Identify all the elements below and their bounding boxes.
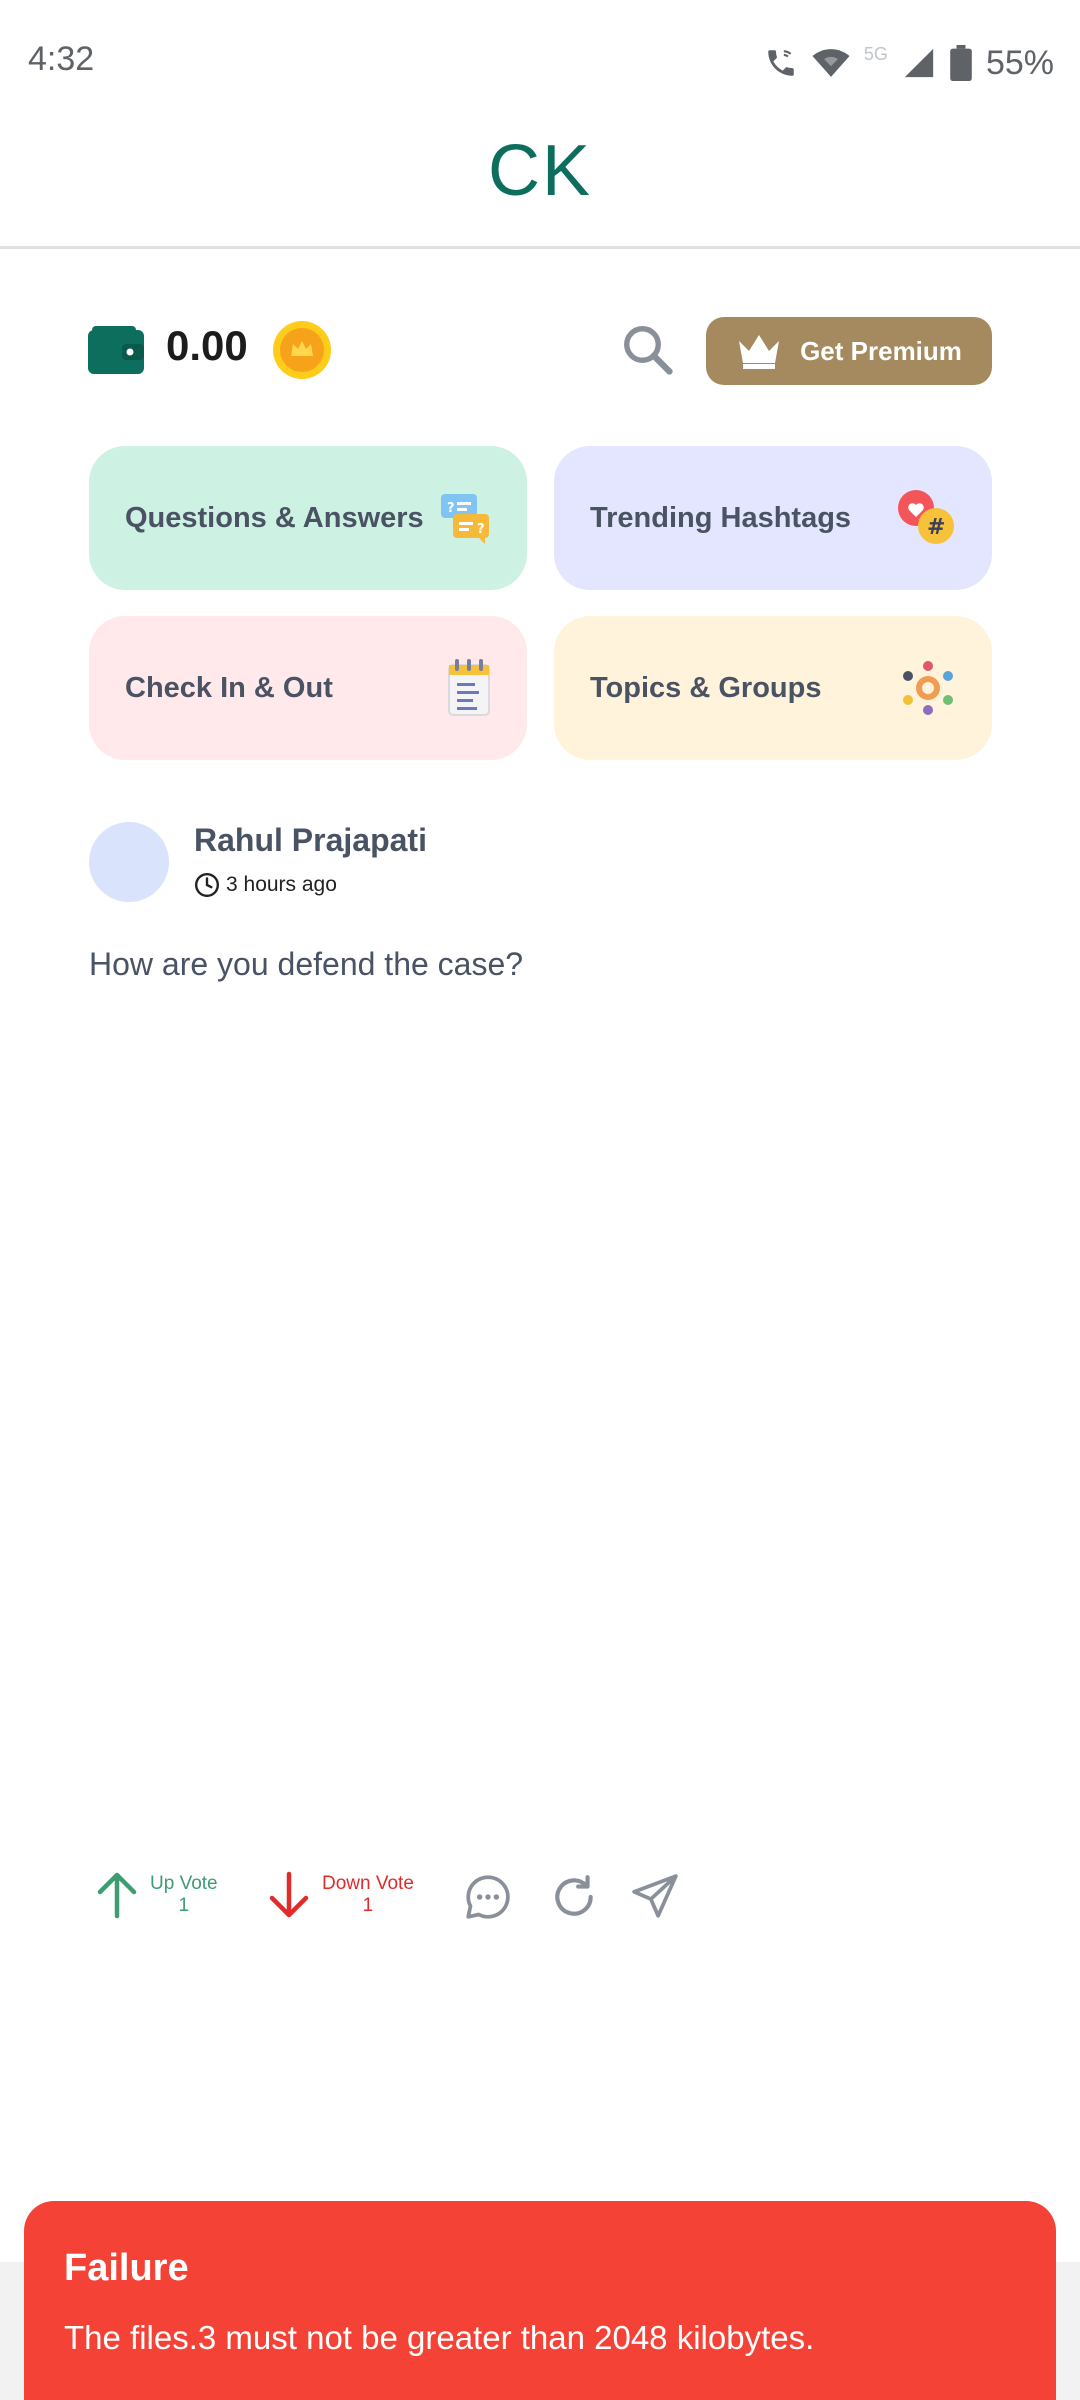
notepad-icon xyxy=(448,659,490,716)
upvote-label: Up Vote xyxy=(150,1873,218,1894)
toast-message: The files.3 must not be greater than 204… xyxy=(64,2319,815,2356)
battery-percentage: 55% xyxy=(985,43,1054,82)
crown-icon xyxy=(739,335,780,369)
battery-icon xyxy=(950,45,972,81)
svg-text:#: # xyxy=(927,515,945,540)
repost-icon[interactable] xyxy=(549,1872,599,1927)
status-time: 4:32 xyxy=(28,40,95,78)
post-time-label: 3 hours ago xyxy=(226,873,337,896)
app-title: CK xyxy=(487,131,593,211)
downvote-count: 1 xyxy=(362,1895,374,1916)
share-send-icon[interactable] xyxy=(630,1872,680,1927)
post-body: How are you defend the case? xyxy=(89,946,524,982)
group-people-icon xyxy=(903,661,953,715)
svg-text:?: ? xyxy=(447,501,455,516)
arrow-down-icon xyxy=(269,1871,309,1918)
upvote-button[interactable]: Up Vote 1 xyxy=(94,1870,218,1920)
hashtag-chat-icon: # xyxy=(898,490,954,544)
toast-title: Failure xyxy=(64,2247,189,2289)
comment-icon[interactable] xyxy=(463,1872,513,1927)
card-check-in-out[interactable]: Check In & Out xyxy=(89,616,527,760)
card-questions-answers-label: Questions & Answers xyxy=(125,501,424,534)
coin-icon xyxy=(272,320,332,385)
status-icons: 5G 55% xyxy=(764,38,1054,88)
header-divider xyxy=(0,246,1080,249)
svg-text:?: ? xyxy=(477,522,485,537)
wifi-call-icon xyxy=(768,50,794,76)
card-trending-hashtags-label: Trending Hashtags xyxy=(590,501,852,534)
arrow-up-icon xyxy=(97,1872,137,1919)
wifi-icon xyxy=(812,49,850,77)
upvote-count: 1 xyxy=(178,1895,190,1916)
downvote-label: Down Vote xyxy=(322,1873,414,1894)
avatar[interactable] xyxy=(89,822,169,902)
card-trending-hashtags[interactable]: Trending Hashtags # xyxy=(554,446,992,590)
card-questions-answers[interactable]: Questions & Answers ?? xyxy=(89,446,527,590)
card-topics-groups-label: Topics & Groups xyxy=(590,671,822,704)
wallet-balance: 0.00 xyxy=(166,322,248,369)
get-premium-button[interactable]: Get Premium xyxy=(706,317,992,385)
wallet-icon[interactable] xyxy=(88,326,144,379)
cell-signal-icon xyxy=(904,48,934,78)
get-premium-label: Get Premium xyxy=(800,335,962,366)
card-check-in-out-label: Check In & Out xyxy=(125,671,333,704)
post-timestamp: 3 hours ago xyxy=(194,872,337,898)
clock-icon xyxy=(194,872,220,898)
downvote-button[interactable]: Down Vote 1 xyxy=(266,1870,414,1920)
card-topics-groups[interactable]: Topics & Groups xyxy=(554,616,992,760)
search-icon[interactable] xyxy=(620,322,674,381)
qa-chat-icon: ?? xyxy=(441,494,489,544)
network-type-label: 5G xyxy=(863,44,888,64)
post-author[interactable]: Rahul Prajapati xyxy=(194,822,427,859)
failure-toast[interactable]: Failure The files.3 must not be greater … xyxy=(24,2201,1056,2400)
